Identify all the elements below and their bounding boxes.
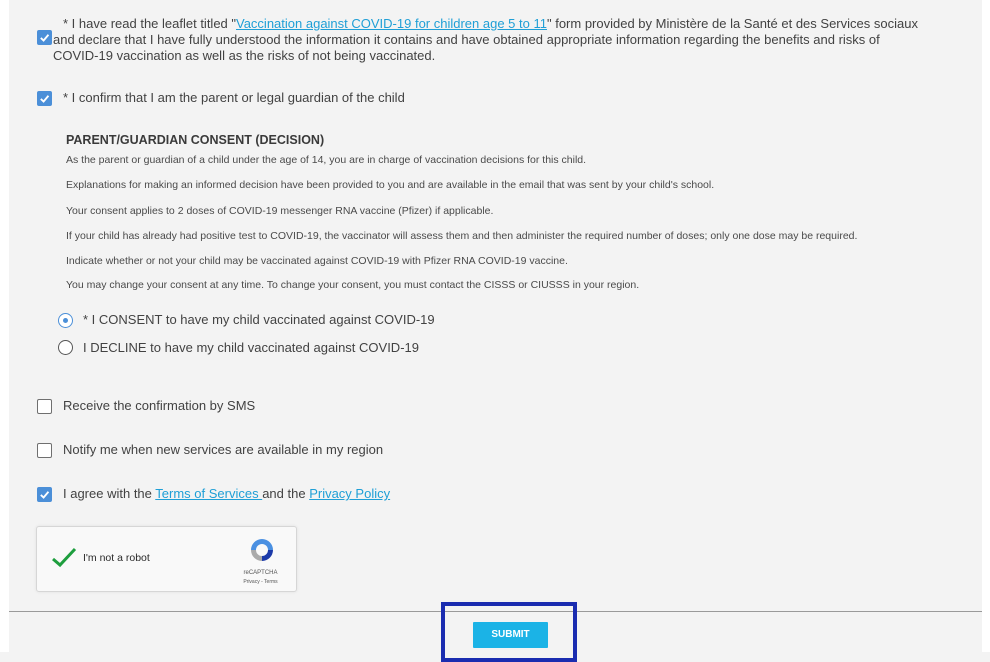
- leaflet-text-post: " form provided by Ministère de la Santé…: [546, 16, 918, 31]
- notify-checkbox[interactable]: [37, 443, 52, 458]
- leaflet-text-line3: COVID-19 vaccination as well as the risk…: [53, 48, 436, 63]
- recaptcha-check-icon: [52, 547, 77, 568]
- checkmark-icon: [40, 95, 50, 103]
- terms-text-mid: and the: [262, 486, 310, 501]
- consent-paragraph: As the parent or guardian of a child und…: [66, 154, 587, 166]
- leaflet-text-pre: * I have read the leaflet titled ": [63, 16, 236, 31]
- consent-paragraph: Explanations for making an informed deci…: [66, 179, 715, 191]
- checkmark-icon: [40, 491, 50, 499]
- leaflet-text-line2: and declare that I have fully understood…: [53, 32, 880, 47]
- consent-option-label: * I CONSENT to have my child vaccinated …: [83, 312, 435, 327]
- consent-paragraph: If your child has already had positive t…: [66, 230, 858, 242]
- consent-paragraph: You may change your consent at any time.…: [66, 279, 640, 291]
- consent-paragraph: Indicate whether or not your child may b…: [66, 255, 568, 267]
- terms-of-service-link[interactable]: Terms of Services: [155, 486, 262, 501]
- consent-title: PARENT/GUARDIAN CONSENT (DECISION): [66, 133, 325, 147]
- terms-text-pre: I agree with the: [63, 486, 156, 501]
- privacy-policy-link[interactable]: Privacy Policy: [309, 486, 390, 501]
- recaptcha-logo-icon: [251, 539, 273, 561]
- recaptcha-brand: reCAPTCHA: [243, 570, 278, 576]
- guardian-checkbox[interactable]: [37, 91, 52, 106]
- terms-label: I agree with the Terms of Services and t…: [63, 486, 390, 502]
- recaptcha-label: I'm not a robot: [83, 552, 150, 564]
- left-page-border: [0, 0, 9, 652]
- decline-option-label: I DECLINE to have my child vaccinated ag…: [83, 340, 419, 355]
- recaptcha-widget[interactable]: I'm not a robot reCAPTCHA Privacy - Term…: [36, 526, 297, 592]
- sms-label: Receive the confirmation by SMS: [63, 398, 256, 413]
- checkmark-icon: [40, 34, 50, 42]
- leaflet-checkbox[interactable]: [37, 30, 52, 45]
- radio-dot: [62, 317, 68, 323]
- leaflet-statement: * I have read the leaflet titled "Vaccin…: [53, 16, 978, 64]
- submit-highlight-box: [441, 602, 577, 662]
- sms-checkbox[interactable]: [37, 399, 52, 414]
- consent-paragraph: Your consent applies to 2 doses of COVID…: [66, 205, 494, 217]
- guardian-label: * I confirm that I am the parent or lega…: [63, 90, 405, 105]
- recaptcha-links[interactable]: Privacy - Terms: [131, 579, 390, 585]
- notify-label: Notify me when new services are availabl…: [63, 442, 384, 457]
- consent-radio[interactable]: [58, 313, 73, 328]
- leaflet-link[interactable]: Vaccination against COVID-19 for childre…: [236, 16, 547, 31]
- decline-radio[interactable]: [58, 340, 73, 355]
- right-page-border: [982, 0, 990, 652]
- terms-checkbox[interactable]: [37, 487, 52, 502]
